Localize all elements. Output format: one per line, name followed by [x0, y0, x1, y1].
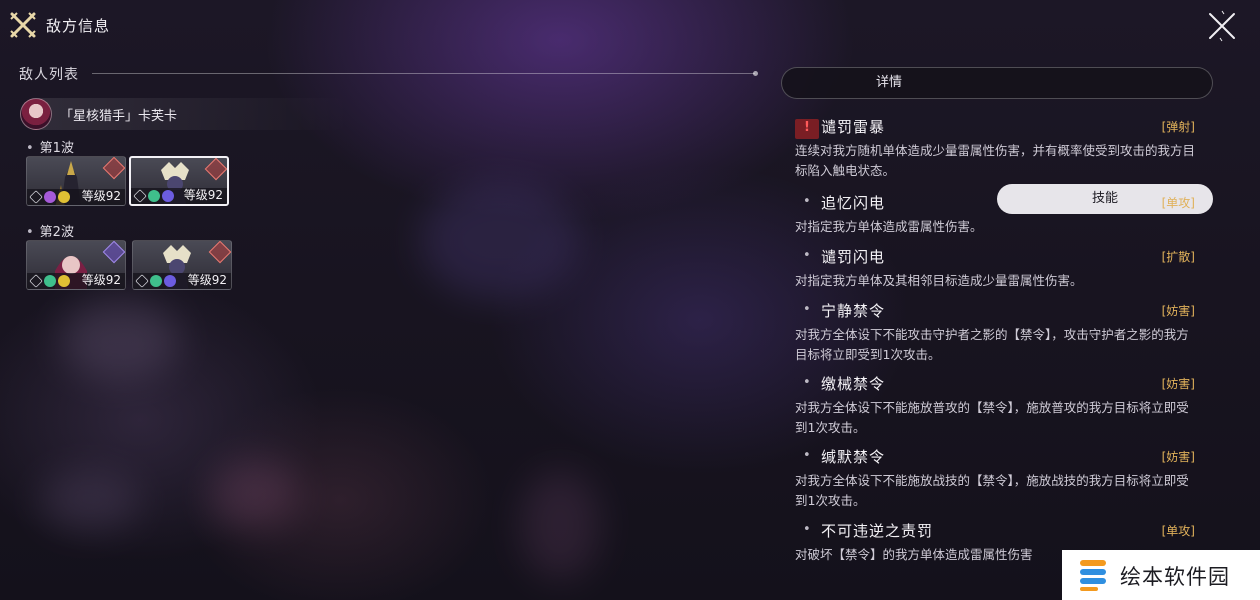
wind-weakness-icon — [44, 275, 56, 287]
weakness-icons — [135, 274, 176, 288]
bullet-icon: • — [803, 194, 811, 209]
close-icon[interactable] — [1206, 10, 1238, 42]
enemy-card-w2-1[interactable]: 等级92 — [26, 240, 126, 290]
level-bar: 等级92 — [27, 273, 125, 289]
skill-description: 对指定我方单体造成雷属性伤害。 — [795, 219, 983, 234]
lightning-weakness-icon — [44, 191, 56, 203]
rank-badge-icon — [102, 241, 125, 264]
skill-tag: [妨害] — [1161, 377, 1195, 391]
weakness-icons — [29, 274, 70, 288]
skill-name: 谴罚雷暴 — [821, 118, 886, 136]
physical-weakness-icon — [29, 190, 43, 204]
enemy-level: 等级92 — [187, 273, 227, 287]
enemy-card-w1-1[interactable]: 等级92 — [26, 156, 126, 206]
warning-icon: ! — [795, 119, 819, 139]
rank-badge-icon — [102, 157, 125, 180]
enemy-level: 等级92 — [183, 188, 223, 202]
heading-divider — [92, 71, 758, 76]
enemy-card-w1-2[interactable]: 等级92 — [129, 156, 229, 206]
wind-weakness-icon — [148, 190, 160, 202]
skill-description: 对我方全体设下不能施放普攻的【禁令】，施放普攻的我方目标将立即受到1次攻击。 — [795, 400, 1189, 435]
tab-bar: 详情 技能 — [781, 67, 1213, 214]
enemy-card-w2-2[interactable]: 等级92 — [132, 240, 232, 290]
quantum-weakness-icon — [162, 190, 174, 202]
skill-description: 连续对我方随机单体造成少量雷属性伤害，并有概率使受到攻击的我方目标陷入触电状态。 — [795, 143, 1196, 178]
level-bar: 等级92 — [131, 188, 227, 204]
quantum-weakness-icon — [164, 275, 176, 287]
skill-name: 宁静禁令 — [821, 302, 886, 320]
skill-tag: [单攻] — [1161, 524, 1195, 538]
bullet-icon: • — [803, 302, 811, 317]
wave-label-2: 第2波 — [26, 221, 74, 240]
skill-tag: [妨害] — [1161, 304, 1195, 318]
wind-weakness-icon — [150, 275, 162, 287]
bullet-icon: • — [803, 522, 811, 537]
skill-name: 缴械禁令 — [821, 375, 886, 393]
bullet-icon: • — [803, 375, 811, 390]
skill-tag: [妨害] — [1161, 450, 1195, 464]
boss-entry[interactable]: 「星核猎手」卡芙卡 — [20, 98, 350, 130]
skill-tag: [单攻] — [1161, 196, 1195, 210]
enemy-level: 等级92 — [81, 273, 121, 287]
watermark: 绘本软件园 — [1062, 550, 1260, 600]
physical-weakness-icon — [133, 189, 147, 203]
physical-weakness-icon — [29, 274, 43, 288]
skill-tag: [扩散] — [1161, 250, 1195, 264]
imaginary-weakness-icon — [58, 191, 70, 203]
boss-name: 「星核猎手」卡芙卡 — [60, 109, 178, 124]
tab-details[interactable]: 详情 — [782, 68, 996, 98]
header: 敌方信息 — [0, 0, 1260, 52]
skill-name: 缄默禁令 — [821, 448, 886, 466]
level-bar: 等级92 — [133, 273, 231, 289]
wave-label-1: 第1波 — [26, 137, 74, 156]
weakness-icons — [29, 190, 70, 204]
skill-name: 追忆闪电 — [821, 194, 886, 212]
skill-name: 谴罚闪电 — [821, 248, 886, 266]
crossed-swords-icon — [10, 12, 36, 38]
imaginary-weakness-icon — [58, 275, 70, 287]
rank-badge-icon — [204, 158, 227, 181]
skill-description: 对我方全体设下不能攻击守护者之影的【禁令】，攻击守护者之影的我方目标将立即受到1… — [795, 327, 1189, 362]
skill-tag: [弹射] — [1161, 120, 1195, 134]
enemy-level: 等级92 — [81, 189, 121, 203]
watermark-logo-icon — [1080, 560, 1106, 591]
skill-description: 对我方全体设下不能施放战技的【禁令】，施放战技的我方目标将立即受到1次攻击。 — [795, 473, 1189, 508]
skill-description: 对指定我方单体及其相邻目标造成少量雷属性伤害。 — [795, 273, 1083, 288]
skill-name: 不可违逆之责罚 — [821, 522, 934, 540]
bullet-icon: • — [803, 448, 811, 463]
watermark-text: 绘本软件园 — [1120, 565, 1230, 589]
bullet-icon: • — [803, 248, 811, 263]
avatar — [20, 98, 52, 130]
enemy-list-heading: 敌人列表 — [19, 67, 79, 83]
page-title: 敌方信息 — [46, 17, 111, 35]
rank-badge-icon — [208, 241, 231, 264]
physical-weakness-icon — [135, 274, 149, 288]
level-bar: 等级92 — [27, 189, 125, 205]
weakness-icons — [133, 189, 174, 203]
